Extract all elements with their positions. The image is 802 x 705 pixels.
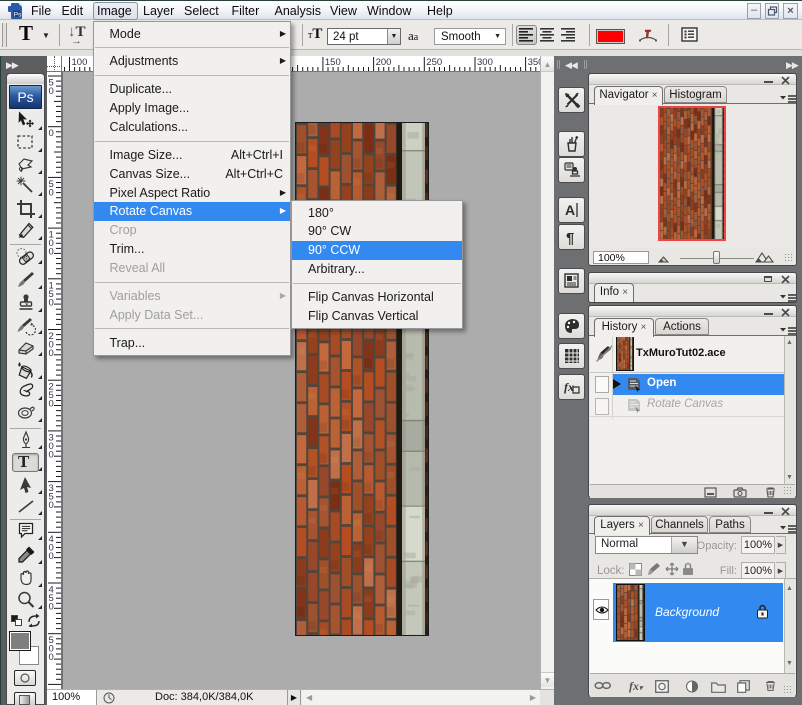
svg-text:100: 100 <box>72 57 88 68</box>
svg-text:150: 150 <box>325 57 341 68</box>
svg-text:0: 0 <box>49 297 54 308</box>
svg-text:0: 0 <box>49 247 54 258</box>
svg-text:0: 0 <box>49 652 54 663</box>
svg-text:0: 0 <box>49 128 54 139</box>
svg-text:0: 0 <box>49 187 54 198</box>
svg-text:0: 0 <box>49 86 54 97</box>
svg-text:350: 350 <box>528 57 540 68</box>
svg-text:200: 200 <box>376 57 392 68</box>
svg-text:¶: ¶ <box>566 230 574 246</box>
svg-text:0: 0 <box>49 399 54 410</box>
svg-text:Ps: Ps <box>14 11 22 18</box>
svg-text:300: 300 <box>477 57 493 68</box>
svg-text:A: A <box>565 202 575 218</box>
svg-text:0: 0 <box>49 449 54 460</box>
svg-text:0: 0 <box>49 602 54 613</box>
svg-text:0: 0 <box>49 348 54 359</box>
svg-text:0: 0 <box>49 551 54 562</box>
svg-text:0: 0 <box>49 500 54 511</box>
svg-text:250: 250 <box>426 57 442 68</box>
